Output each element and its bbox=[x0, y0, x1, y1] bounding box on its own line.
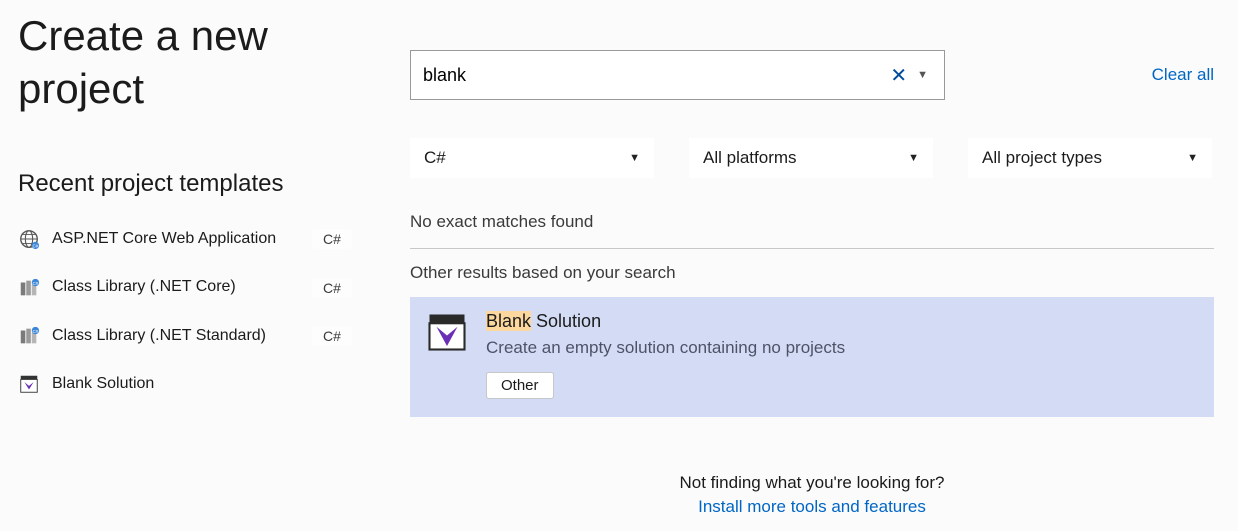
recent-item-tag: C# bbox=[312, 278, 352, 298]
svg-text:C#: C# bbox=[32, 244, 38, 249]
search-row: ✕ ▼ Clear all bbox=[410, 50, 1214, 100]
search-input[interactable] bbox=[423, 65, 884, 86]
chevron-down-icon: ▼ bbox=[1187, 152, 1198, 164]
result-body: Blank Solution Create an empty solution … bbox=[486, 311, 1198, 399]
filter-project-type-label: All project types bbox=[982, 148, 1102, 168]
recent-item-aspnet[interactable]: C# ASP.NET Core Web Application C# bbox=[18, 228, 352, 250]
search-dropdown-icon[interactable]: ▼ bbox=[913, 69, 932, 81]
footer-block: Not finding what you're looking for? Ins… bbox=[512, 473, 1112, 517]
recent-item-label: Blank Solution bbox=[52, 373, 352, 395]
class-library-icon: C# bbox=[18, 277, 40, 299]
no-exact-matches: No exact matches found bbox=[410, 212, 1214, 232]
search-box[interactable]: ✕ ▼ bbox=[410, 50, 945, 100]
footer-question: Not finding what you're looking for? bbox=[512, 473, 1112, 493]
result-title: Blank Solution bbox=[486, 311, 1198, 332]
clear-all-link[interactable]: Clear all bbox=[1152, 65, 1214, 85]
recent-item-label: Class Library (.NET Core) bbox=[52, 276, 300, 298]
divider bbox=[410, 248, 1214, 249]
globe-icon: C# bbox=[18, 228, 40, 250]
recent-item-label: ASP.NET Core Web Application bbox=[52, 228, 300, 250]
filter-project-type[interactable]: All project types ▼ bbox=[968, 138, 1212, 178]
clear-search-icon[interactable]: ✕ bbox=[884, 63, 913, 88]
page-title: Create a new project bbox=[18, 10, 352, 115]
result-title-rest: Solution bbox=[531, 311, 601, 331]
install-more-link[interactable]: Install more tools and features bbox=[512, 497, 1112, 517]
filter-language[interactable]: C# ▼ bbox=[410, 138, 654, 178]
recent-item-tag: C# bbox=[312, 326, 352, 346]
solution-icon bbox=[18, 373, 40, 395]
recent-templates-heading: Recent project templates bbox=[18, 170, 352, 198]
filter-platform-label: All platforms bbox=[703, 148, 797, 168]
result-description: Create an empty solution containing no p… bbox=[486, 338, 1198, 358]
solution-icon bbox=[426, 311, 468, 353]
recent-item-classlib-std[interactable]: C# Class Library (.NET Standard) C# bbox=[18, 325, 352, 347]
class-library-icon: C# bbox=[18, 325, 40, 347]
filter-platform[interactable]: All platforms ▼ bbox=[689, 138, 933, 178]
chevron-down-icon: ▼ bbox=[629, 152, 640, 164]
recent-item-blank-solution[interactable]: Blank Solution bbox=[18, 373, 352, 395]
right-panel: ✕ ▼ Clear all C# ▼ All platforms ▼ All p… bbox=[370, 0, 1238, 517]
result-blank-solution[interactable]: Blank Solution Create an empty solution … bbox=[410, 297, 1214, 417]
recent-templates-list: C# ASP.NET Core Web Application C# C# Cl… bbox=[18, 228, 352, 396]
recent-item-label: Class Library (.NET Standard) bbox=[52, 325, 300, 347]
filter-language-label: C# bbox=[424, 148, 446, 168]
result-tag: Other bbox=[486, 372, 554, 399]
filter-row: C# ▼ All platforms ▼ All project types ▼ bbox=[410, 138, 1214, 178]
result-title-highlight: Blank bbox=[486, 311, 531, 331]
svg-text:C#: C# bbox=[32, 329, 38, 334]
left-panel: Create a new project Recent project temp… bbox=[0, 0, 370, 517]
svg-text:C#: C# bbox=[32, 280, 38, 285]
other-results-heading: Other results based on your search bbox=[410, 263, 1214, 283]
recent-item-classlib-core[interactable]: C# Class Library (.NET Core) C# bbox=[18, 276, 352, 298]
recent-item-tag: C# bbox=[312, 229, 352, 249]
chevron-down-icon: ▼ bbox=[908, 152, 919, 164]
